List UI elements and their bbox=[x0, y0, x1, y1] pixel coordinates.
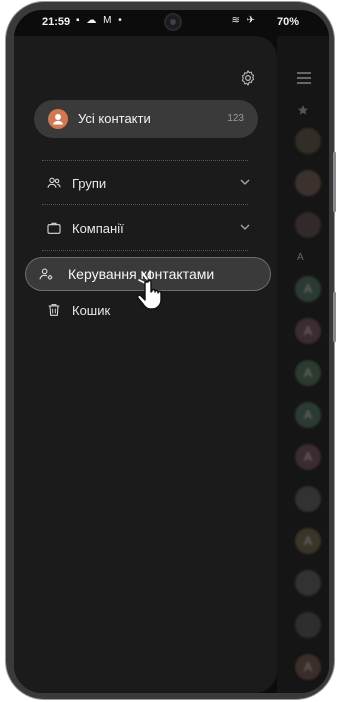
trash-icon bbox=[48, 304, 60, 316]
power-button bbox=[333, 292, 336, 342]
volume-button bbox=[333, 152, 336, 212]
chevron-down-icon[interactable] bbox=[240, 222, 250, 232]
divider bbox=[42, 160, 248, 161]
briefcase-icon bbox=[47, 222, 61, 234]
status-bar: 21:59 ▪ ☁ M • ≋ ✈ 70% bbox=[14, 10, 329, 36]
contact-avatar[interactable] bbox=[295, 570, 321, 596]
notification-icons: ▪ ☁ M • bbox=[76, 15, 124, 26]
contact-avatar[interactable]: A bbox=[295, 360, 321, 386]
section-letter: A bbox=[297, 252, 304, 263]
screen: 21:59 ▪ ☁ M • ≋ ✈ 70% A A A A A A A A Ус… bbox=[14, 10, 329, 693]
drawer-item-label: Компанії bbox=[72, 221, 124, 236]
contact-avatar[interactable]: A bbox=[295, 444, 321, 470]
all-contacts-label: Усі контакти bbox=[78, 111, 151, 126]
divider bbox=[42, 250, 248, 251]
contact-avatar[interactable]: A bbox=[295, 318, 321, 344]
drawer-item-groups[interactable]: Групи bbox=[14, 163, 277, 203]
favorite-avatar[interactable] bbox=[295, 128, 321, 154]
star-icon bbox=[298, 105, 308, 115]
contact-avatar[interactable]: A bbox=[295, 528, 321, 554]
favorite-avatar[interactable] bbox=[295, 170, 321, 196]
contacts-count: 123 bbox=[227, 113, 244, 124]
front-camera bbox=[166, 15, 180, 29]
drawer-item-label: Кошик bbox=[72, 303, 111, 318]
contact-avatar[interactable] bbox=[295, 612, 321, 638]
settings-icon[interactable] bbox=[239, 69, 257, 87]
navigation-drawer: Усі контакти 123 Групи Компанії Керуванн… bbox=[14, 36, 277, 693]
all-contacts-button[interactable]: Усі контакти 123 bbox=[34, 100, 258, 138]
contact-list-backdrop[interactable]: A A A A A A A A bbox=[277, 36, 329, 693]
chevron-down-icon[interactable] bbox=[240, 177, 250, 187]
status-time: 21:59 bbox=[42, 16, 71, 28]
contact-avatar[interactable] bbox=[295, 486, 321, 512]
divider bbox=[42, 204, 248, 205]
contact-avatar[interactable]: A bbox=[295, 402, 321, 428]
contact-avatar[interactable]: A bbox=[295, 654, 321, 680]
tap-gesture-icon bbox=[137, 270, 162, 310]
menu-icon[interactable] bbox=[297, 72, 311, 84]
manage-contacts-icon bbox=[39, 268, 53, 280]
signal-icons: ≋ ✈ bbox=[231, 15, 257, 26]
profile-icon bbox=[48, 109, 68, 129]
drawer-item-companies[interactable]: Компанії bbox=[14, 208, 277, 248]
people-icon bbox=[47, 177, 61, 188]
contact-avatar[interactable]: A bbox=[295, 276, 321, 302]
drawer-item-label: Групи bbox=[72, 176, 107, 191]
battery-level: 70% bbox=[276, 16, 299, 28]
favorite-avatar[interactable] bbox=[295, 212, 321, 238]
